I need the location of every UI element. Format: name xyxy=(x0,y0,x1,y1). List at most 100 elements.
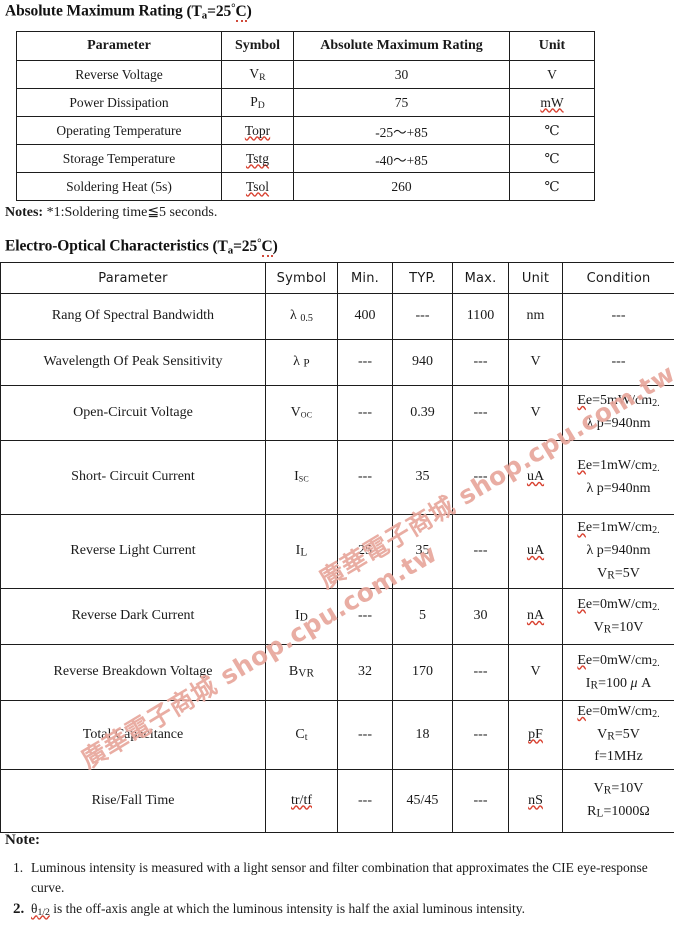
table-row: Rise/Fall Time tr/tf --- 45/45 --- nS VR… xyxy=(0,769,674,834)
table-row: Storage Temperature Tstg -40〜+85 ℃ xyxy=(16,144,595,173)
eoc-cell-min: 32 xyxy=(337,644,393,701)
amr-cell-parameter: Operating Temperature xyxy=(16,116,222,145)
table-row: Open-Circuit Voltage Voc --- 0.39 --- V … xyxy=(0,385,674,441)
eoc-cell-min: 25 xyxy=(337,514,393,589)
table-row: Reverse Voltage VR 30 V xyxy=(16,60,595,89)
note-list-item: 2. θ1/2 is the off-axis angle at which t… xyxy=(5,899,665,921)
table-row: Wavelength Of Peak Sensitivity λ P --- 9… xyxy=(0,339,674,386)
eoc-cell-unit: nm xyxy=(508,293,563,340)
eoc-cell-parameter: Reverse Light Current xyxy=(0,514,266,589)
table-row: Power Dissipation PD 75 mW xyxy=(16,88,595,117)
eoc-cell-typ: 170 xyxy=(392,644,453,701)
eoc-cell-condition: Ee=5mW/cm2. λ p=940nm xyxy=(562,385,674,441)
note-number: 2. xyxy=(13,901,25,918)
amr-cell-rating: -40〜+85 xyxy=(293,144,510,173)
amr-cell-parameter: Storage Temperature xyxy=(16,144,222,173)
eoc-cell-condition: Ee=1mW/cm2. λ p=940nm VR=5V xyxy=(562,514,674,589)
electro-optical-characteristics-table: Parameter Symbol Min. TYP. Max. Unit Con… xyxy=(0,262,674,834)
eoc-cell-typ: 35 xyxy=(392,514,453,589)
table-row: Reverse Light Current IL 25 35 --- uA Ee… xyxy=(0,514,674,589)
eoc-cell-max: 30 xyxy=(452,588,509,645)
amr-header-rating: Absolute Maximum Rating xyxy=(293,31,510,61)
degree-icon: ° xyxy=(257,237,262,249)
eoc-cell-parameter: Total Capacitance xyxy=(0,699,266,771)
eoc-cell-condition: --- xyxy=(562,339,674,386)
eoc-cell-min: --- xyxy=(337,588,393,645)
table-header-row: Parameter Symbol Min. TYP. Max. Unit Con… xyxy=(0,262,674,294)
eoc-cell-typ: --- xyxy=(392,293,453,340)
eoc-cell-typ: 5 xyxy=(392,588,453,645)
amr-cell-rating: 260 xyxy=(293,172,510,201)
eoc-cell-symbol: Ct xyxy=(265,699,338,771)
eoc-cell-condition: Ee=0mW/cm2. VR=5V f=1MHz xyxy=(562,699,674,771)
eoc-cell-symbol: Isc xyxy=(265,440,338,515)
eoc-cell-condition: Ee=0mW/cm2. VR=10V xyxy=(562,588,674,645)
eoc-header-condition: Condition xyxy=(562,262,674,294)
eoc-cell-min: --- xyxy=(337,769,393,834)
eoc-cell-typ: 0.39 xyxy=(392,385,453,441)
eoc-cell-symbol: λ 0.5 xyxy=(265,293,338,340)
eoc-cell-min: --- xyxy=(337,440,393,515)
amr-cell-rating: 30 xyxy=(293,60,510,89)
eoc-cell-unit: V xyxy=(508,385,563,441)
table-row: Short- Circuit Current Isc --- 35 --- uA… xyxy=(0,440,674,515)
table-row: Rang Of Spectral Bandwidth λ 0.5 400 ---… xyxy=(0,293,674,340)
eoc-header-max: Max. xyxy=(452,262,509,294)
eoc-cell-parameter: Short- Circuit Current xyxy=(0,440,266,515)
degree-icon: ° xyxy=(231,2,236,14)
amr-cell-symbol: PD xyxy=(221,88,294,117)
electro-optical-characteristics-title: Electro-Optical Characteristics (Ta=25°C… xyxy=(5,237,278,257)
eoc-cell-symbol: ID xyxy=(265,588,338,645)
amr-cell-symbol: Topr xyxy=(221,116,294,145)
eoc-cell-unit: nS xyxy=(508,769,563,834)
amr-cell-parameter: Power Dissipation xyxy=(16,88,222,117)
table-row: Total Capacitance Ct --- 18 --- pF Ee=0m… xyxy=(0,699,674,771)
bottom-note-section: Note: 1. Luminous intensity is measured … xyxy=(5,832,665,923)
eoc-header-min: Min. xyxy=(337,262,393,294)
eoc-title-text: Electro-Optical Characteristics xyxy=(5,237,209,255)
amr-header-symbol: Symbol xyxy=(221,31,294,61)
eoc-cell-min: 400 xyxy=(337,293,393,340)
datasheet-page: Absolute Maximum Rating (Ta=25°C) Parame… xyxy=(0,0,674,931)
eoc-cell-unit: nA xyxy=(508,588,563,645)
amr-cell-unit: V xyxy=(509,60,595,89)
table-row: Reverse Dark Current ID --- 5 30 nA Ee=0… xyxy=(0,588,674,645)
eoc-cell-min: --- xyxy=(337,339,393,386)
absolute-maximum-rating-title: Absolute Maximum Rating (Ta=25°C) xyxy=(5,2,252,22)
eoc-cell-parameter: Open-Circuit Voltage xyxy=(0,385,266,441)
note-heading: Note: xyxy=(5,832,40,848)
eoc-cell-parameter: Reverse Breakdown Voltage xyxy=(0,644,266,701)
amr-header-parameter: Parameter xyxy=(16,31,222,61)
eoc-cell-max: --- xyxy=(452,514,509,589)
table-header-row: Parameter Symbol Absolute Maximum Rating… xyxy=(16,31,595,61)
eoc-cell-max: 1100 xyxy=(452,293,509,340)
notes-label: Notes: xyxy=(5,205,44,220)
eoc-cell-condition: VR=10V RL=1000Ω xyxy=(562,769,674,834)
amr-cell-unit: ℃ xyxy=(509,144,595,173)
note-list-item: 1. Luminous intensity is measured with a… xyxy=(5,858,665,897)
eoc-cell-symbol: λ P xyxy=(265,339,338,386)
absolute-maximum-rating-table: Parameter Symbol Absolute Maximum Rating… xyxy=(16,31,595,201)
eoc-cell-min: --- xyxy=(337,385,393,441)
eoc-cell-typ: 18 xyxy=(392,699,453,771)
amr-cell-parameter: Reverse Voltage xyxy=(16,60,222,89)
amr-cell-rating: -25〜+85 xyxy=(293,116,510,145)
eoc-cell-max: --- xyxy=(452,339,509,386)
amr-cell-unit: ℃ xyxy=(509,172,595,201)
note-text: θ1/2 is the off-axis angle at which the … xyxy=(31,901,525,919)
table-row: Reverse Breakdown Voltage BVR 32 170 ---… xyxy=(0,644,674,701)
amr-cell-symbol: Tsol xyxy=(221,172,294,201)
eoc-cell-condition: Ee=1mW/cm2. λ p=940nm xyxy=(562,440,674,515)
amr-cell-rating: 75 xyxy=(293,88,510,117)
eoc-cell-symbol: BVR xyxy=(265,644,338,701)
eoc-cell-unit: V xyxy=(508,644,563,701)
amr-cell-unit: mW xyxy=(509,88,595,117)
eoc-cell-min: --- xyxy=(337,699,393,771)
table-row: Operating Temperature Topr -25〜+85 ℃ xyxy=(16,116,595,145)
eoc-cell-condition: Ee=0mW/cm2. IR=100 μ A xyxy=(562,644,674,701)
amr-title-cond: (Ta=25°C) xyxy=(186,2,252,22)
amr-cell-symbol: Tstg xyxy=(221,144,294,173)
eoc-cell-typ: 35 xyxy=(392,440,453,515)
amr-cell-parameter: Soldering Heat (5s) xyxy=(16,172,222,201)
eoc-cell-parameter: Reverse Dark Current xyxy=(0,588,266,645)
